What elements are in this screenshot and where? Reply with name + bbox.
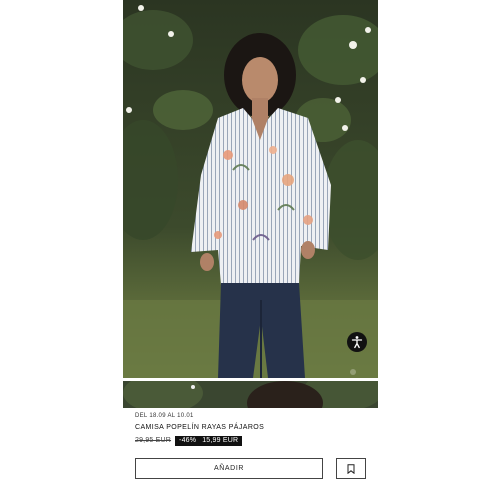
product-image[interactable]	[123, 0, 378, 378]
next-product-photo	[123, 381, 378, 408]
discount-percent: -46%	[179, 437, 197, 444]
sale-badge: -46% 15,99 EUR	[175, 435, 243, 446]
price-row: 29,95 EUR -46% 15,99 EUR	[135, 435, 375, 446]
add-to-cart-button[interactable]: AÑADIR	[135, 458, 323, 479]
old-price: 29,95 EUR	[135, 437, 172, 444]
bookmark-button[interactable]	[336, 458, 366, 479]
bookmark-icon	[347, 463, 355, 474]
accessibility-icon	[351, 336, 363, 349]
product-info: DEL 18.09 AL 10.01 CAMISA POPELÍN RAYAS …	[135, 412, 375, 446]
product-photo	[123, 0, 378, 378]
promo-dates: DEL 18.09 AL 10.01	[135, 413, 194, 419]
accessibility-button[interactable]	[347, 332, 367, 352]
sale-price: 15,99 EUR	[202, 437, 239, 444]
next-product-image[interactable]	[123, 381, 378, 408]
product-name[interactable]: CAMISA POPELÍN RAYAS PÁJAROS	[135, 423, 375, 432]
